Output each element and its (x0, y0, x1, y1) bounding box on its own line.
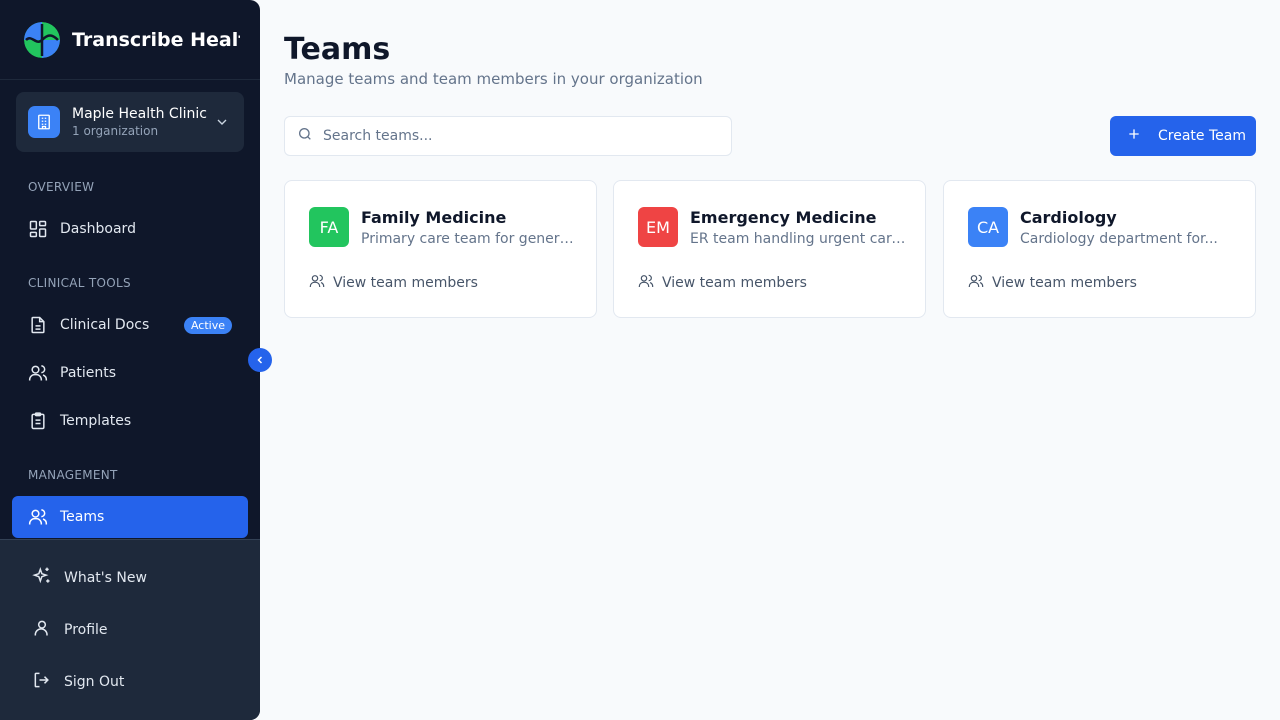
sidebar-item-patients[interactable]: Patients (12, 352, 248, 394)
sidebar-item-label: Patients (60, 365, 117, 381)
logo-icon (24, 21, 60, 58)
view-members-label: View team members (333, 275, 478, 291)
sidebar-item-label: Dashboard (60, 221, 136, 237)
users-icon (638, 273, 654, 293)
team-name: Family Medicine (361, 208, 507, 227)
team-description: ER team handling urgent care... (690, 231, 908, 247)
profile-label: Profile (64, 622, 108, 638)
section-management: MANAGEMENT (28, 468, 118, 482)
team-description: Cardiology department for... (1020, 231, 1218, 247)
logout-icon (32, 670, 52, 694)
grid-icon (28, 219, 48, 239)
users-icon (968, 273, 984, 293)
profile-button[interactable]: Profile (16, 610, 244, 650)
sidebar: Transcribe Healt Maple Health Clinic 1 o… (0, 0, 260, 720)
sparkles-icon (32, 566, 52, 590)
users-icon (309, 273, 325, 293)
app-title: Transcribe Healt (72, 28, 240, 51)
org-count: 1 organization (72, 124, 159, 138)
user-icon (32, 618, 52, 642)
view-members-link[interactable]: View team members (309, 273, 478, 293)
plus-icon (1126, 126, 1142, 146)
view-members-link[interactable]: View team members (638, 273, 807, 293)
sidebar-item-clinical-docs[interactable]: Clinical Docs Active (12, 304, 248, 346)
sidebar-item-label: Templates (60, 413, 132, 429)
sidebar-item-label: Clinical Docs (60, 317, 150, 333)
file-icon (28, 315, 48, 335)
sidebar-item-templates[interactable]: Templates (12, 400, 248, 442)
chevron-left-icon (254, 351, 266, 370)
create-team-label: Create Team (1158, 128, 1246, 144)
chevron-down-icon (214, 114, 230, 134)
sidebar-item-teams[interactable]: Teams (12, 496, 248, 538)
view-members-link[interactable]: View team members (968, 273, 1137, 293)
search-input[interactable] (323, 128, 713, 144)
team-avatar: EM (638, 207, 678, 247)
team-card-family-medicine[interactable]: FA Family Medicine Primary care team for… (284, 180, 597, 318)
users-icon (28, 507, 48, 527)
page-subtitle: Manage teams and team members in your or… (284, 70, 703, 88)
page-title: Teams (284, 32, 391, 67)
sign-out-button[interactable]: Sign Out (16, 662, 244, 702)
team-avatar: FA (309, 207, 349, 247)
sidebar-footer: What's New Profile Sign Out (0, 539, 260, 720)
whats-new-button[interactable]: What's New (16, 558, 244, 598)
team-card-emergency-medicine[interactable]: EM Emergency Medicine ER team handling u… (613, 180, 926, 318)
whats-new-label: What's New (64, 570, 147, 586)
org-name: Maple Health Clinic (72, 106, 207, 122)
team-description: Primary care team for general... (361, 231, 579, 247)
clipboard-icon (28, 411, 48, 431)
sidebar-item-dashboard[interactable]: Dashboard (12, 208, 248, 250)
users-icon (28, 363, 48, 383)
view-members-label: View team members (992, 275, 1137, 291)
collapse-sidebar-button[interactable] (248, 348, 272, 372)
search-box[interactable] (284, 116, 732, 156)
search-icon (297, 126, 313, 146)
team-avatar: CA (968, 207, 1008, 247)
status-badge: Active (183, 316, 232, 334)
section-overview: OVERVIEW (28, 180, 95, 194)
building-icon (28, 106, 60, 138)
sidebar-item-label: Teams (60, 509, 105, 525)
brand[interactable]: Transcribe Healt (0, 0, 260, 80)
create-team-button[interactable]: Create Team (1110, 116, 1256, 156)
team-name: Emergency Medicine (690, 208, 877, 227)
view-members-label: View team members (662, 275, 807, 291)
team-card-cardiology[interactable]: CA Cardiology Cardiology department for.… (943, 180, 1256, 318)
section-clinical: CLINICAL TOOLS (28, 276, 131, 290)
sign-out-label: Sign Out (64, 674, 125, 690)
team-name: Cardiology (1020, 208, 1117, 227)
org-switcher[interactable]: Maple Health Clinic 1 organization (16, 92, 244, 152)
